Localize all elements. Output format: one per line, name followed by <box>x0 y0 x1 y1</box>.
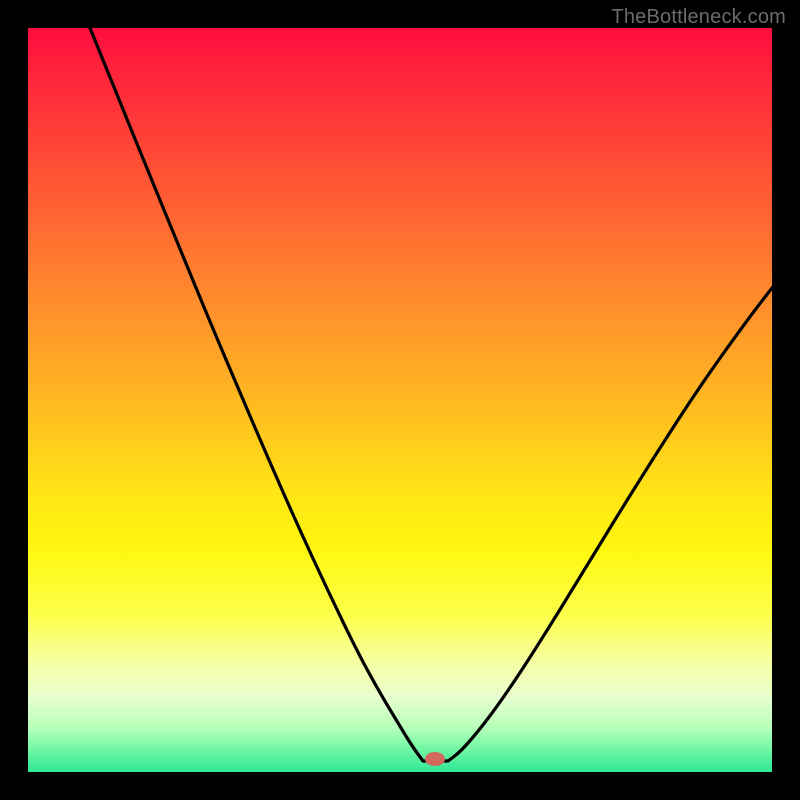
chart-frame: TheBottleneck.com <box>0 0 800 800</box>
watermark-text: TheBottleneck.com <box>611 6 786 29</box>
min-marker <box>425 752 445 766</box>
plot-area <box>28 28 772 772</box>
curve-path <box>90 28 772 761</box>
bottleneck-curve <box>28 28 772 772</box>
